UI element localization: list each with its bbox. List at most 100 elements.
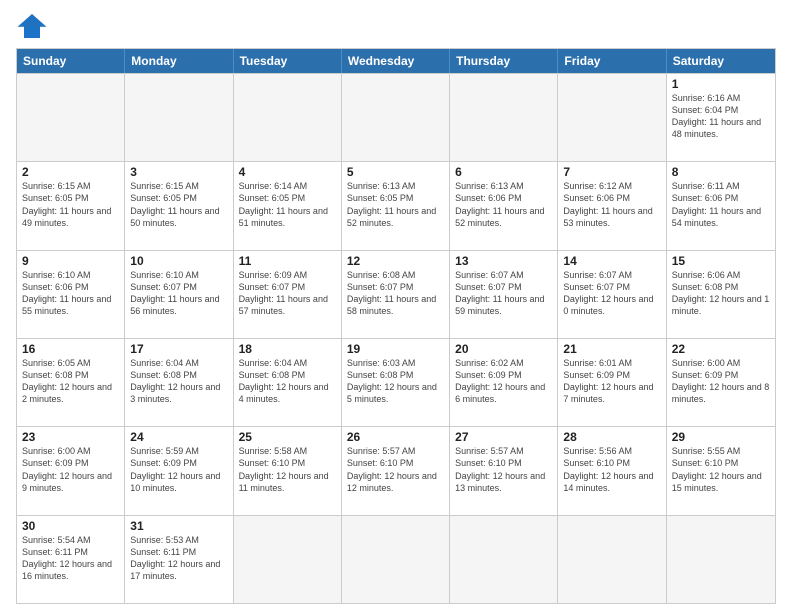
header [16,12,776,40]
day-info: Sunrise: 5:54 AM Sunset: 6:11 PM Dayligh… [22,534,119,583]
day-number: 26 [347,430,444,444]
day-info: Sunrise: 6:14 AM Sunset: 6:05 PM Dayligh… [239,180,336,229]
calendar-cell [450,74,558,161]
day-number: 23 [22,430,119,444]
day-number: 3 [130,165,227,179]
weekday-header: Tuesday [234,49,342,73]
day-number: 18 [239,342,336,356]
day-info: Sunrise: 6:15 AM Sunset: 6:05 PM Dayligh… [130,180,227,229]
calendar-cell: 5Sunrise: 6:13 AM Sunset: 6:05 PM Daylig… [342,162,450,249]
calendar-cell: 24Sunrise: 5:59 AM Sunset: 6:09 PM Dayli… [125,427,233,514]
weekday-header: Monday [125,49,233,73]
day-number: 6 [455,165,552,179]
day-number: 31 [130,519,227,533]
calendar-cell: 13Sunrise: 6:07 AM Sunset: 6:07 PM Dayli… [450,251,558,338]
day-info: Sunrise: 6:00 AM Sunset: 6:09 PM Dayligh… [672,357,770,406]
day-number: 9 [22,254,119,268]
calendar-cell: 4Sunrise: 6:14 AM Sunset: 6:05 PM Daylig… [234,162,342,249]
calendar-cell [234,74,342,161]
day-info: Sunrise: 6:13 AM Sunset: 6:06 PM Dayligh… [455,180,552,229]
day-info: Sunrise: 6:12 AM Sunset: 6:06 PM Dayligh… [563,180,660,229]
day-number: 22 [672,342,770,356]
day-number: 19 [347,342,444,356]
calendar-header: SundayMondayTuesdayWednesdayThursdayFrid… [17,49,775,73]
calendar-cell: 10Sunrise: 6:10 AM Sunset: 6:07 PM Dayli… [125,251,233,338]
calendar-cell: 19Sunrise: 6:03 AM Sunset: 6:08 PM Dayli… [342,339,450,426]
day-info: Sunrise: 6:05 AM Sunset: 6:08 PM Dayligh… [22,357,119,406]
day-info: Sunrise: 6:10 AM Sunset: 6:07 PM Dayligh… [130,269,227,318]
day-info: Sunrise: 6:11 AM Sunset: 6:06 PM Dayligh… [672,180,770,229]
calendar-cell: 21Sunrise: 6:01 AM Sunset: 6:09 PM Dayli… [558,339,666,426]
calendar-cell: 23Sunrise: 6:00 AM Sunset: 6:09 PM Dayli… [17,427,125,514]
calendar-cell [558,516,666,603]
day-number: 30 [22,519,119,533]
calendar-cell: 28Sunrise: 5:56 AM Sunset: 6:10 PM Dayli… [558,427,666,514]
weekday-header: Sunday [17,49,125,73]
day-number: 16 [22,342,119,356]
day-number: 7 [563,165,660,179]
weekday-header: Saturday [667,49,775,73]
weekday-header: Friday [558,49,666,73]
calendar-cell: 2Sunrise: 6:15 AM Sunset: 6:05 PM Daylig… [17,162,125,249]
day-info: Sunrise: 6:00 AM Sunset: 6:09 PM Dayligh… [22,445,119,494]
day-info: Sunrise: 5:56 AM Sunset: 6:10 PM Dayligh… [563,445,660,494]
day-number: 20 [455,342,552,356]
calendar-cell: 1Sunrise: 6:16 AM Sunset: 6:04 PM Daylig… [667,74,775,161]
day-number: 13 [455,254,552,268]
day-info: Sunrise: 6:01 AM Sunset: 6:09 PM Dayligh… [563,357,660,406]
calendar-row: 30Sunrise: 5:54 AM Sunset: 6:11 PM Dayli… [17,515,775,603]
day-info: Sunrise: 6:10 AM Sunset: 6:06 PM Dayligh… [22,269,119,318]
day-number: 12 [347,254,444,268]
calendar-cell [342,74,450,161]
day-number: 10 [130,254,227,268]
day-info: Sunrise: 6:07 AM Sunset: 6:07 PM Dayligh… [455,269,552,318]
calendar-cell: 25Sunrise: 5:58 AM Sunset: 6:10 PM Dayli… [234,427,342,514]
day-info: Sunrise: 5:59 AM Sunset: 6:09 PM Dayligh… [130,445,227,494]
calendar-cell [558,74,666,161]
calendar-cell: 16Sunrise: 6:05 AM Sunset: 6:08 PM Dayli… [17,339,125,426]
day-info: Sunrise: 6:04 AM Sunset: 6:08 PM Dayligh… [239,357,336,406]
day-number: 25 [239,430,336,444]
day-info: Sunrise: 5:57 AM Sunset: 6:10 PM Dayligh… [347,445,444,494]
day-number: 28 [563,430,660,444]
day-number: 2 [22,165,119,179]
calendar-cell: 27Sunrise: 5:57 AM Sunset: 6:10 PM Dayli… [450,427,558,514]
calendar-cell [234,516,342,603]
day-info: Sunrise: 5:57 AM Sunset: 6:10 PM Dayligh… [455,445,552,494]
day-number: 21 [563,342,660,356]
calendar-cell: 12Sunrise: 6:08 AM Sunset: 6:07 PM Dayli… [342,251,450,338]
calendar: SundayMondayTuesdayWednesdayThursdayFrid… [16,48,776,604]
day-number: 17 [130,342,227,356]
calendar-cell: 9Sunrise: 6:10 AM Sunset: 6:06 PM Daylig… [17,251,125,338]
day-number: 15 [672,254,770,268]
day-info: Sunrise: 6:07 AM Sunset: 6:07 PM Dayligh… [563,269,660,318]
day-info: Sunrise: 6:15 AM Sunset: 6:05 PM Dayligh… [22,180,119,229]
calendar-cell [17,74,125,161]
calendar-cell [125,74,233,161]
day-info: Sunrise: 6:13 AM Sunset: 6:05 PM Dayligh… [347,180,444,229]
calendar-cell: 26Sunrise: 5:57 AM Sunset: 6:10 PM Dayli… [342,427,450,514]
calendar-cell: 15Sunrise: 6:06 AM Sunset: 6:08 PM Dayli… [667,251,775,338]
calendar-cell: 31Sunrise: 5:53 AM Sunset: 6:11 PM Dayli… [125,516,233,603]
day-number: 29 [672,430,770,444]
calendar-cell: 29Sunrise: 5:55 AM Sunset: 6:10 PM Dayli… [667,427,775,514]
calendar-row: 9Sunrise: 6:10 AM Sunset: 6:06 PM Daylig… [17,250,775,338]
day-info: Sunrise: 6:08 AM Sunset: 6:07 PM Dayligh… [347,269,444,318]
calendar-cell [667,516,775,603]
day-number: 27 [455,430,552,444]
day-info: Sunrise: 5:53 AM Sunset: 6:11 PM Dayligh… [130,534,227,583]
calendar-body: 1Sunrise: 6:16 AM Sunset: 6:04 PM Daylig… [17,73,775,603]
calendar-cell: 17Sunrise: 6:04 AM Sunset: 6:08 PM Dayli… [125,339,233,426]
day-info: Sunrise: 6:16 AM Sunset: 6:04 PM Dayligh… [672,92,770,141]
calendar-cell: 8Sunrise: 6:11 AM Sunset: 6:06 PM Daylig… [667,162,775,249]
calendar-cell: 6Sunrise: 6:13 AM Sunset: 6:06 PM Daylig… [450,162,558,249]
day-number: 14 [563,254,660,268]
calendar-cell: 14Sunrise: 6:07 AM Sunset: 6:07 PM Dayli… [558,251,666,338]
calendar-cell: 11Sunrise: 6:09 AM Sunset: 6:07 PM Dayli… [234,251,342,338]
calendar-row: 1Sunrise: 6:16 AM Sunset: 6:04 PM Daylig… [17,73,775,161]
day-info: Sunrise: 5:58 AM Sunset: 6:10 PM Dayligh… [239,445,336,494]
day-number: 11 [239,254,336,268]
calendar-cell: 7Sunrise: 6:12 AM Sunset: 6:06 PM Daylig… [558,162,666,249]
logo-icon [16,12,48,40]
day-number: 4 [239,165,336,179]
